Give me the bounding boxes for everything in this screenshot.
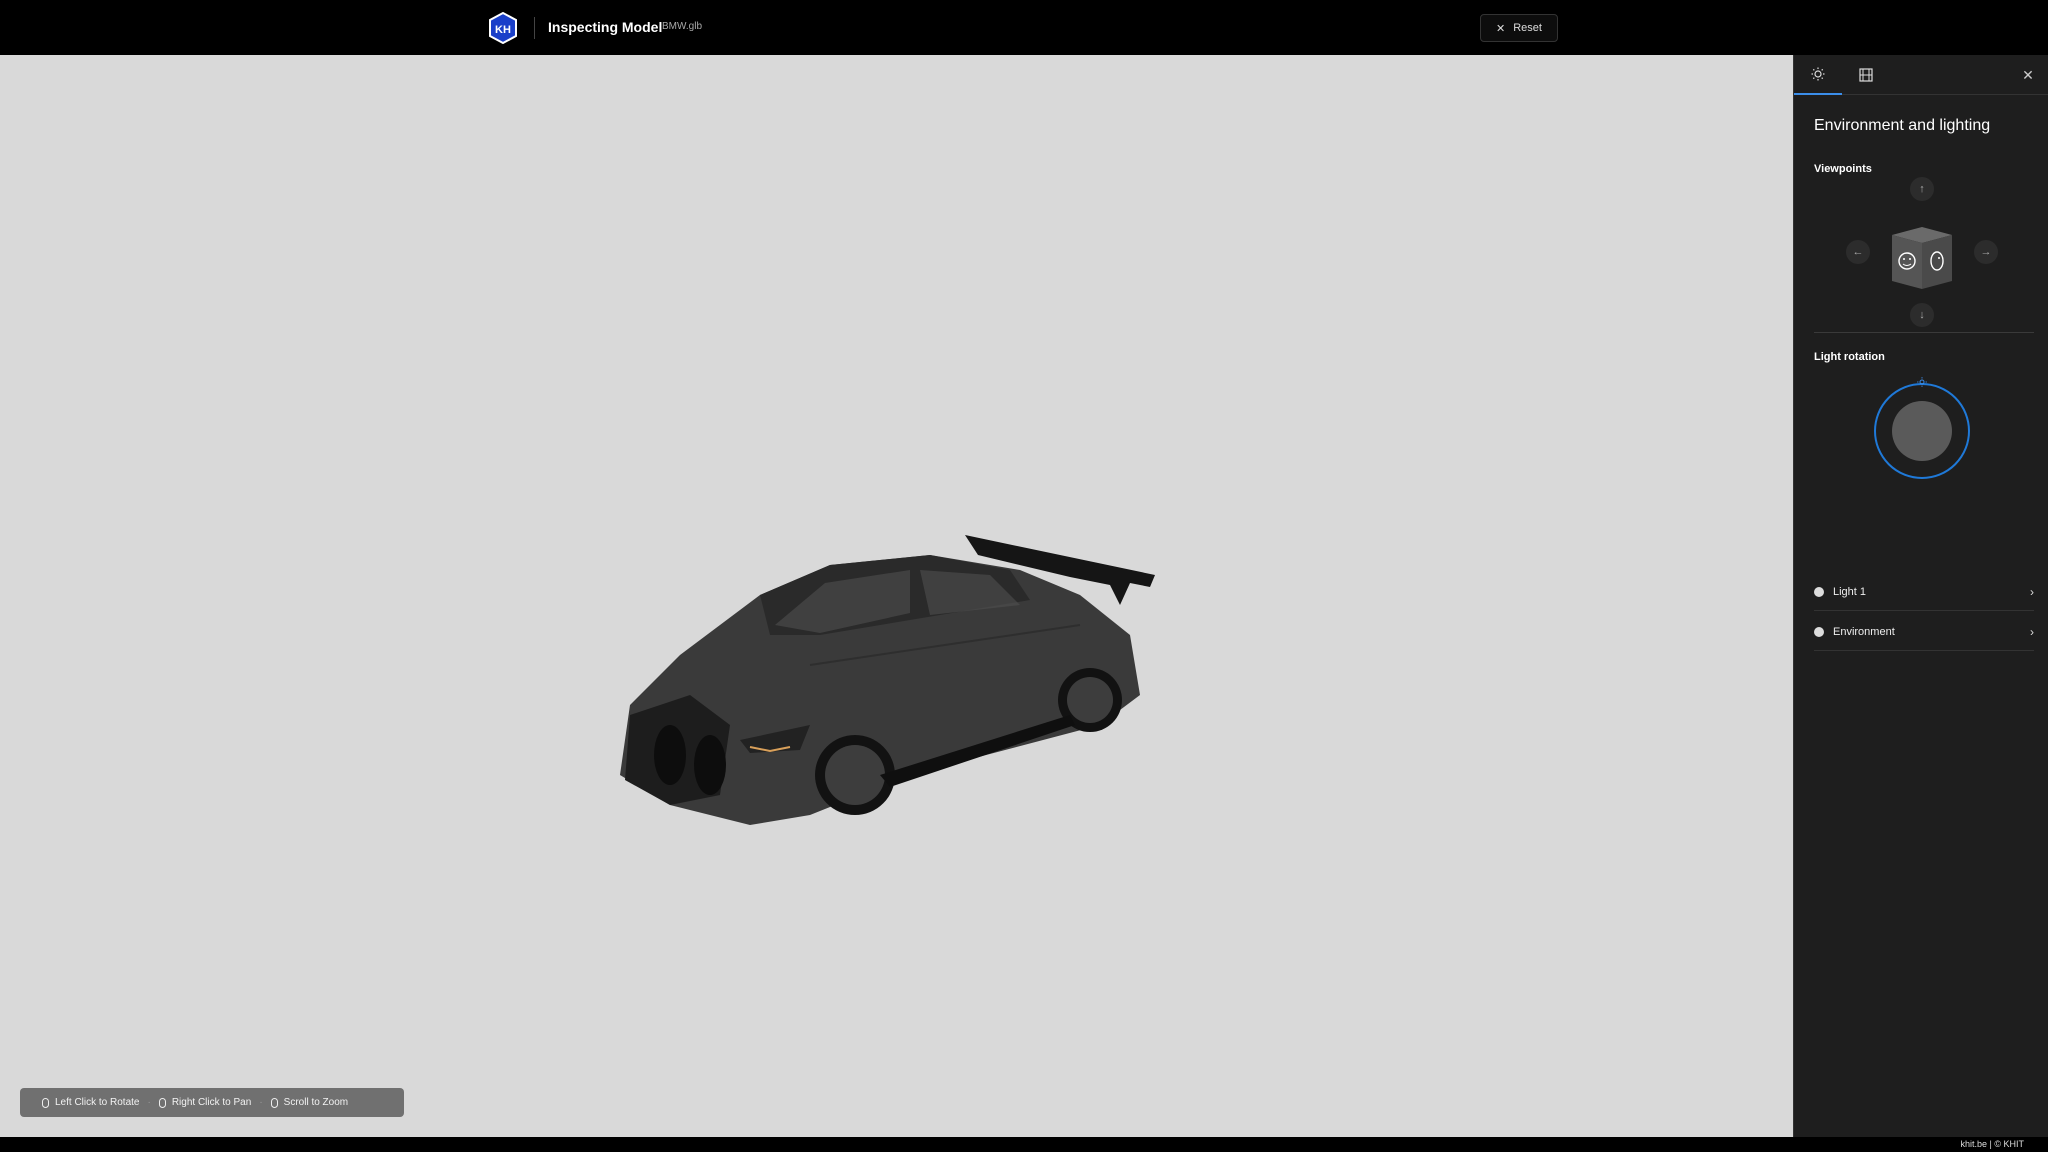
panel-tabs bbox=[1794, 55, 2048, 95]
footer-credit: khit.be | © KHIT bbox=[1960, 1139, 2025, 1149]
light-position-sun-icon[interactable] bbox=[1917, 377, 1927, 387]
pan-hint: Right Click to Pan bbox=[151, 1097, 259, 1108]
rotate-hint: Left Click to Rotate bbox=[34, 1097, 147, 1108]
view-up-button[interactable]: ↑ bbox=[1910, 177, 1934, 201]
arrow-up-icon: ↑ bbox=[1919, 183, 1925, 195]
footer: khit.be | © KHIT bbox=[0, 1137, 2048, 1152]
panel-title: Environment and lighting bbox=[1814, 117, 1991, 134]
view-left-button[interactable]: ← bbox=[1846, 240, 1870, 264]
close-icon: ✕ bbox=[1496, 22, 1506, 35]
close-panel-icon[interactable]: ✕ bbox=[2020, 67, 2036, 83]
reset-button-label: Reset bbox=[1513, 22, 1542, 34]
svg-text:KH: KH bbox=[495, 24, 511, 36]
view-down-button[interactable]: ↓ bbox=[1910, 303, 1934, 327]
list-item-label: Light 1 bbox=[1833, 585, 1867, 598]
environment-color-dot bbox=[1814, 626, 1824, 637]
arrow-left-icon: ← bbox=[1852, 246, 1864, 258]
list-item-label: Environment bbox=[1833, 625, 1895, 638]
3d-viewport[interactable] bbox=[0, 55, 1793, 1137]
zoom-hint-label: Scroll to Zoom bbox=[283, 1097, 349, 1108]
page-title: Inspecting Model bbox=[548, 19, 663, 35]
mouse-right-icon bbox=[158, 1097, 166, 1108]
mouse-controls-hint: Left Click to Rotate · Right Click to Pa… bbox=[20, 1088, 404, 1117]
reset-button[interactable]: ✕ Reset bbox=[1480, 14, 1558, 42]
zoom-hint: Scroll to Zoom bbox=[263, 1097, 356, 1108]
mouse-left-icon bbox=[42, 1097, 49, 1108]
tab-lighting[interactable] bbox=[1794, 55, 1842, 95]
side-panel: ✕ Environment and lighting Viewpoints ↑ … bbox=[1793, 55, 2048, 1137]
light-rotation-dial[interactable] bbox=[1874, 377, 1970, 479]
list-item-environment[interactable]: Environment › bbox=[1814, 613, 2034, 651]
light-color-dot bbox=[1814, 586, 1824, 597]
model-filename: BMW.glb bbox=[662, 21, 703, 32]
film-icon bbox=[1859, 68, 1873, 82]
app-logo-icon: KH bbox=[489, 12, 517, 44]
viewpoint-cube-icon[interactable] bbox=[1886, 221, 1958, 293]
pan-hint-label: Right Click to Pan bbox=[171, 1097, 252, 1108]
car-model-render bbox=[620, 535, 1155, 825]
top-bar: KH Inspecting Model BMW.glb ✕ Reset bbox=[0, 0, 2048, 55]
view-right-button[interactable]: → bbox=[1974, 240, 1998, 264]
light-dial-knob bbox=[1892, 401, 1952, 461]
chevron-right-icon: › bbox=[2030, 584, 2034, 599]
mouse-scroll-icon bbox=[270, 1097, 278, 1108]
header-divider bbox=[534, 17, 535, 39]
viewpoints-label: Viewpoints bbox=[1814, 163, 1872, 175]
tab-film[interactable] bbox=[1842, 55, 1890, 95]
light-rotation-label: Light rotation bbox=[1814, 351, 1885, 363]
sun-icon bbox=[1811, 67, 1825, 81]
arrow-right-icon: → bbox=[1980, 246, 1992, 258]
list-item-light-1[interactable]: Light 1 › bbox=[1814, 573, 2034, 611]
arrow-down-icon: ↓ bbox=[1919, 309, 1925, 321]
section-divider bbox=[1814, 332, 2034, 333]
rotate-hint-label: Left Click to Rotate bbox=[55, 1097, 140, 1108]
chevron-right-icon: › bbox=[2030, 624, 2034, 639]
